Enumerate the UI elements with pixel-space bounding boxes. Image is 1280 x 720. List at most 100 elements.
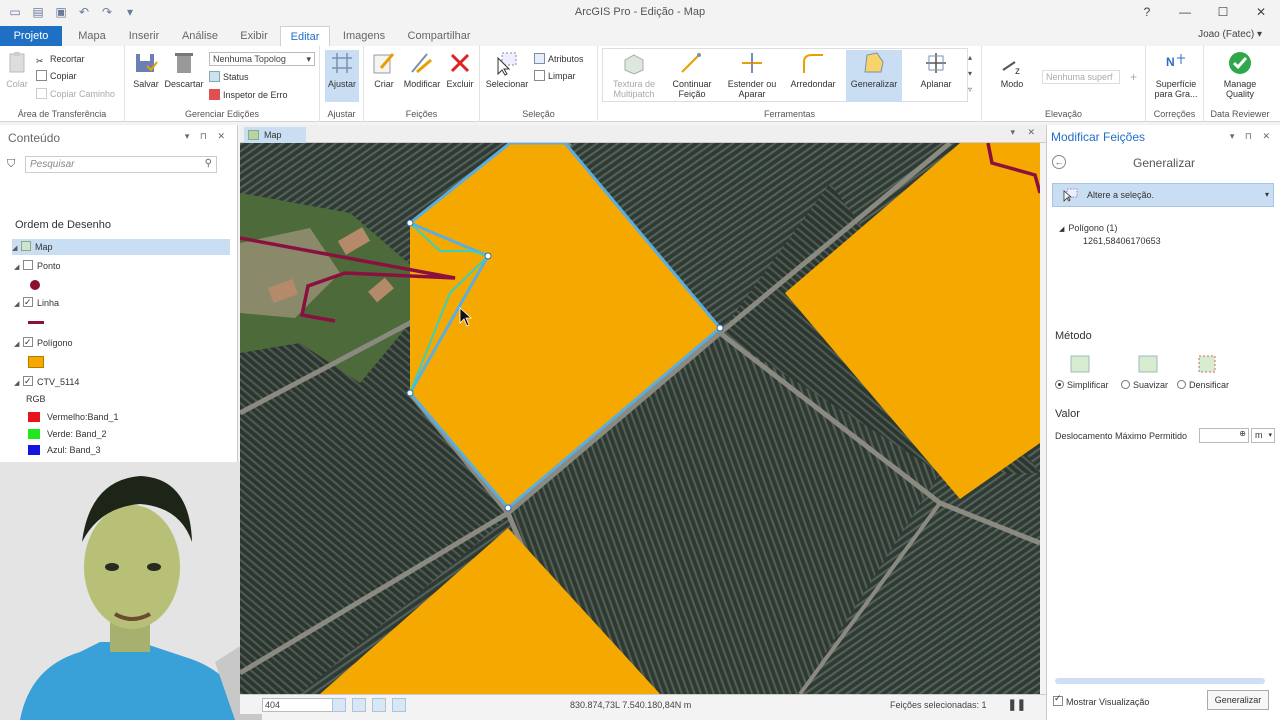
surface-button[interactable]: N Superfície para Gra... (1150, 50, 1202, 99)
max-offset-input[interactable]: ⊕ (1199, 428, 1249, 443)
layer-raster[interactable]: ◢CTV_5114 (14, 373, 79, 392)
smooth-radio[interactable]: Suavizar (1121, 380, 1168, 390)
map-view-tab[interactable]: Map (244, 127, 306, 143)
collapse-icon[interactable]: ◢ (14, 297, 23, 313)
vertex-handle[interactable] (406, 389, 414, 397)
contents-title: Conteúdo (8, 131, 61, 145)
modify-button[interactable]: Modificar (400, 50, 444, 89)
unit-dropdown[interactable]: m ▾ (1251, 428, 1275, 443)
group-manage-edits: Salvar Descartar Nenhuma Topolog ▾ Status… (125, 46, 320, 122)
delete-button[interactable]: Excluir (442, 50, 478, 89)
change-selection-dropdown[interactable]: Altere a seleção. ▾ (1052, 183, 1274, 207)
vertex-handle[interactable] (484, 252, 492, 260)
clear-button[interactable]: Limpar (534, 69, 576, 83)
generalize-apply-button[interactable]: Generalizar (1207, 690, 1269, 710)
cut-button[interactable]: ✂ Recortar (36, 52, 85, 66)
layer-map[interactable]: ◢ Map (12, 239, 230, 255)
fillet-button[interactable]: Arredondar (784, 50, 842, 89)
navigator-icon[interactable] (352, 698, 366, 712)
status-button[interactable]: Status (209, 70, 249, 84)
visibility-checkbox[interactable] (23, 334, 33, 350)
multipatch-texture-button[interactable]: Textura de Multipatch (606, 50, 662, 99)
vertex-handle[interactable] (716, 324, 724, 332)
collapse-icon[interactable]: ◢ (14, 376, 23, 392)
webcam-overlay (0, 462, 262, 720)
mode-button[interactable]: z Modo (990, 50, 1034, 89)
tab-editar[interactable]: Editar (280, 26, 330, 46)
copy-path-button[interactable]: Copiar Caminho (36, 87, 115, 101)
visibility-checkbox[interactable] (23, 260, 33, 270)
tab-projeto[interactable]: Projeto (0, 26, 62, 46)
layer-ponto[interactable]: ◢ Ponto (14, 258, 61, 274)
help-button[interactable]: ? (1128, 0, 1166, 24)
grid-icon[interactable] (332, 698, 346, 712)
pause-drawing-button[interactable]: ❚❚ (1008, 698, 1026, 711)
add-surface-button[interactable]: + (1130, 70, 1137, 84)
topology-dropdown[interactable]: Nenhuma Topolog ▾ (209, 52, 315, 66)
contents-search-input[interactable]: Pesquisar ⚲ (25, 156, 217, 173)
error-inspector-button[interactable]: Inspetor de Erro (209, 88, 288, 102)
tab-inserir[interactable]: Inserir (120, 26, 168, 46)
collapse-icon[interactable]: ◢ (14, 260, 23, 276)
select-button[interactable]: Selecionar (484, 50, 530, 89)
continue-feature-button[interactable]: Continuar Feição (666, 50, 718, 99)
tab-imagens[interactable]: Imagens (336, 26, 392, 46)
selected-features-count[interactable]: Feições selecionadas: 1 (890, 700, 987, 710)
layer-poligono[interactable]: ◢Polígono (14, 334, 73, 353)
copy-button[interactable]: Copiar (36, 69, 77, 83)
collapse-icon[interactable]: ◢ (1059, 226, 1064, 233)
selection-tree-node[interactable]: ◢ Polígono (1) (1059, 223, 1117, 233)
show-preview-checkbox[interactable]: Mostrar Visualização (1053, 693, 1149, 707)
extend-trim-button[interactable]: Estender ou Aparar (726, 50, 778, 99)
user-account[interactable]: Joao (Fatec) ▾ (1198, 29, 1262, 40)
maximize-button[interactable]: ☐ (1204, 0, 1242, 24)
horizontal-scrollbar[interactable] (1055, 678, 1265, 684)
selected-feature-item[interactable]: 1261,58406170653 (1083, 236, 1161, 246)
modify-pane-controls[interactable]: ▾ ⊓ ✕ (1230, 131, 1274, 142)
point-symbol[interactable] (30, 280, 40, 290)
visibility-checkbox[interactable] (23, 373, 33, 389)
discard-edits-button[interactable]: Descartar (163, 50, 205, 89)
snapping-button[interactable]: Ajustar (325, 50, 359, 102)
line-symbol[interactable] (28, 321, 44, 324)
tab-mapa[interactable]: Mapa (70, 26, 114, 46)
surface-dropdown[interactable]: Nenhuma superf (1042, 70, 1120, 84)
planarize-button[interactable]: Aplanar (910, 50, 962, 89)
extend-trim-icon (742, 53, 762, 73)
paste-button[interactable]: Colar (2, 50, 32, 89)
group-data-reviewer: Manage Quality Data Reviewer (1204, 46, 1276, 122)
refresh-view-icon[interactable] (392, 698, 406, 712)
visibility-checkbox[interactable] (23, 294, 33, 310)
map-canvas[interactable] (240, 143, 1040, 694)
simplify-radio[interactable]: Simplificar (1055, 380, 1109, 390)
close-button[interactable]: ✕ (1242, 0, 1280, 24)
attributes-button[interactable]: Atributos (534, 52, 584, 66)
coordinate-readout[interactable]: 830.874,73L 7.540.180,84N m (570, 700, 691, 710)
generalize-button[interactable]: Generalizar (846, 50, 902, 102)
surface-icon: N (1166, 54, 1185, 69)
map-tab-controls[interactable]: ▾ ✕ (1010, 127, 1040, 138)
contents-pane-controls[interactable]: ▾ ⊓ ✕ (185, 131, 229, 142)
scale-input[interactable]: 404 (262, 698, 342, 712)
filter-icon[interactable]: ⛉ (7, 158, 15, 171)
tab-compartilhar[interactable]: Compartilhar (400, 26, 478, 46)
spin-icon[interactable]: ⊕ (1239, 429, 1246, 438)
polygon-symbol[interactable] (28, 356, 44, 368)
vertex-handle[interactable] (406, 219, 414, 227)
create-button[interactable]: Criar (366, 50, 402, 89)
error-inspector-icon (209, 89, 220, 100)
minimize-button[interactable]: — (1166, 0, 1204, 24)
layer-linha[interactable]: ◢Linha (14, 294, 59, 313)
copy-icon (36, 70, 47, 81)
sync-icon[interactable] (372, 698, 386, 712)
tab-analise[interactable]: Análise (176, 26, 224, 46)
collapse-icon[interactable]: ◢ (14, 337, 23, 353)
gallery-scroll-icon[interactable]: ▴ ▾ ▿ (968, 50, 972, 98)
densify-radio[interactable]: Densificar (1177, 380, 1229, 390)
manage-quality-button[interactable]: Manage Quality (1212, 50, 1268, 99)
vertex-handle[interactable] (504, 504, 512, 512)
save-edits-button[interactable]: Salvar (127, 50, 165, 89)
tab-exibir[interactable]: Exibir (232, 26, 276, 46)
search-icon[interactable]: ⚲ (205, 158, 212, 169)
collapse-icon[interactable]: ◢ (12, 241, 21, 257)
